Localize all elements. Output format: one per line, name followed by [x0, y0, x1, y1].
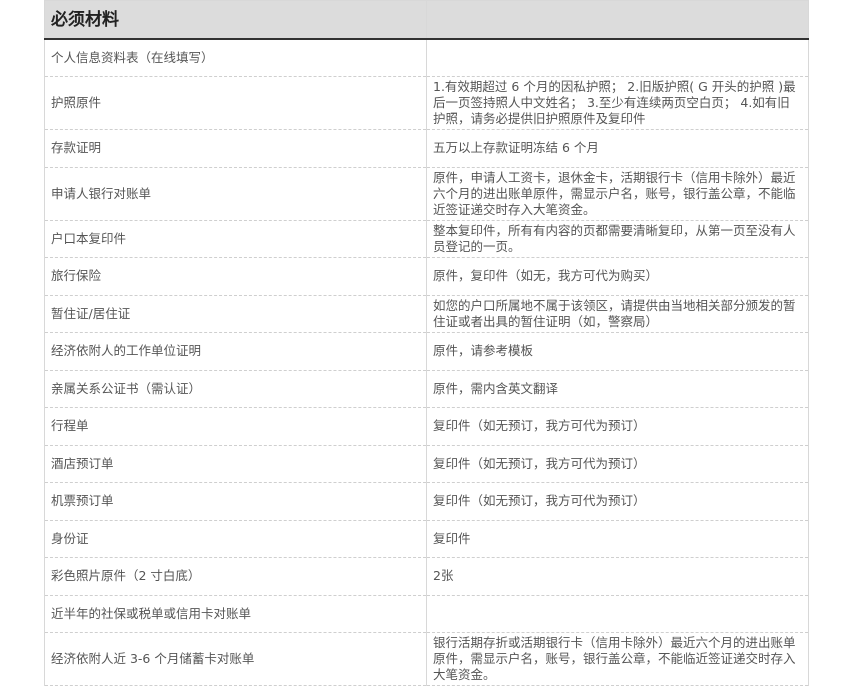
- table-row: 身份证 复印件: [44, 519, 809, 558]
- material-requirement: 原件，需内含英文翻译: [426, 369, 809, 408]
- table-row: 申请人银行对账单 原件，申请人工资卡，退休金卡，活期银行卡（信用卡除外）最近六个月…: [44, 166, 809, 221]
- material-requirement: 整本复印件，所有有内容的页都需要清晰复印，从第一页至没有人员登记的一页。: [426, 219, 809, 258]
- material-requirement: 复印件（如无预订，我方可代为预订）: [426, 407, 809, 446]
- table-row: 彩色照片原件（2 寸白底） 2张: [44, 557, 809, 596]
- table-row: 经济依附人的工作单位证明 原件，请参考模板: [44, 332, 809, 371]
- material-requirement: [426, 38, 809, 77]
- table-header-row: 必须材料: [44, 0, 809, 40]
- material-name: 近半年的社保或税单或信用卡对账单: [44, 594, 427, 633]
- material-name: 个人信息资料表（在线填写）: [44, 38, 427, 77]
- material-name: 机票预订单: [44, 482, 427, 521]
- material-requirement: 复印件: [426, 519, 809, 558]
- table-row: 护照原件 1.有效期超过 6 个月的因私护照； 2.旧版护照( G 开头的护照 )…: [44, 76, 809, 130]
- table-row: 近半年的社保或税单或信用卡对账单: [44, 594, 809, 633]
- material-name: 经济依附人的工作单位证明: [44, 332, 427, 371]
- material-name: 护照原件: [44, 76, 427, 130]
- table-row: 机票预订单 复印件（如无预订，我方可代为预订）: [44, 482, 809, 521]
- required-materials-table: 必须材料 个人信息资料表（在线填写） 护照原件 1.有效期超过 6 个月的因私护照；…: [44, 0, 809, 686]
- material-requirement: 复印件（如无预订，我方可代为预订）: [426, 482, 809, 521]
- material-requirement: 银行活期存折或活期银行卡（信用卡除外）最近六个月的进出账单原件，需显示户名，账号…: [426, 632, 809, 686]
- material-name: 身份证: [44, 519, 427, 558]
- material-name: 旅行保险: [44, 257, 427, 296]
- table-row: 旅行保险 原件，复印件（如无，我方可代为购买）: [44, 257, 809, 296]
- material-name: 酒店预订单: [44, 444, 427, 483]
- material-name: 彩色照片原件（2 寸白底）: [44, 557, 427, 596]
- material-requirement: 如您的户口所属地不属于该领区，请提供由当地相关部分颁发的暂住证或者出具的暂住证明…: [426, 294, 809, 333]
- table-row: 酒店预订单 复印件（如无预订，我方可代为预订）: [44, 444, 809, 483]
- table-row: 户口本复印件 整本复印件，所有有内容的页都需要清晰复印，从第一页至没有人员登记的一…: [44, 219, 809, 258]
- material-requirement: [426, 594, 809, 633]
- material-requirement: 2张: [426, 557, 809, 596]
- material-requirement: 原件，申请人工资卡，退休金卡，活期银行卡（信用卡除外）最近六个月的进出账单原件，…: [426, 166, 809, 221]
- material-name: 亲属关系公证书（需认证）: [44, 369, 427, 408]
- table-title: 必须材料: [44, 0, 427, 40]
- table-row: 存款证明 五万以上存款证明冻结 6 个月: [44, 129, 809, 168]
- material-name: 存款证明: [44, 129, 427, 168]
- material-name: 经济依附人近 3-6 个月储蓄卡对账单: [44, 632, 427, 686]
- material-requirement: 原件，复印件（如无，我方可代为购买）: [426, 257, 809, 296]
- material-name: 行程单: [44, 407, 427, 446]
- material-name: 暂住证/居住证: [44, 294, 427, 333]
- table-header-blank: [426, 0, 809, 40]
- table-row: 经济依附人近 3-6 个月储蓄卡对账单 银行活期存折或活期银行卡（信用卡除外）最近…: [44, 632, 809, 686]
- material-requirement: 复印件（如无预订，我方可代为预订）: [426, 444, 809, 483]
- table-row: 暂住证/居住证 如您的户口所属地不属于该领区，请提供由当地相关部分颁发的暂住证或者…: [44, 294, 809, 333]
- table-body: 个人信息资料表（在线填写） 护照原件 1.有效期超过 6 个月的因私护照； 2.旧版…: [44, 38, 809, 686]
- material-name: 申请人银行对账单: [44, 166, 427, 221]
- material-requirement: 五万以上存款证明冻结 6 个月: [426, 129, 809, 168]
- material-requirement: 1.有效期超过 6 个月的因私护照； 2.旧版护照( G 开头的护照 )最后一页…: [426, 76, 809, 130]
- table-row: 个人信息资料表（在线填写）: [44, 38, 809, 77]
- material-name: 户口本复印件: [44, 219, 427, 258]
- material-requirement: 原件，请参考模板: [426, 332, 809, 371]
- table-row: 亲属关系公证书（需认证） 原件，需内含英文翻译: [44, 369, 809, 408]
- table-row: 行程单 复印件（如无预订，我方可代为预订）: [44, 407, 809, 446]
